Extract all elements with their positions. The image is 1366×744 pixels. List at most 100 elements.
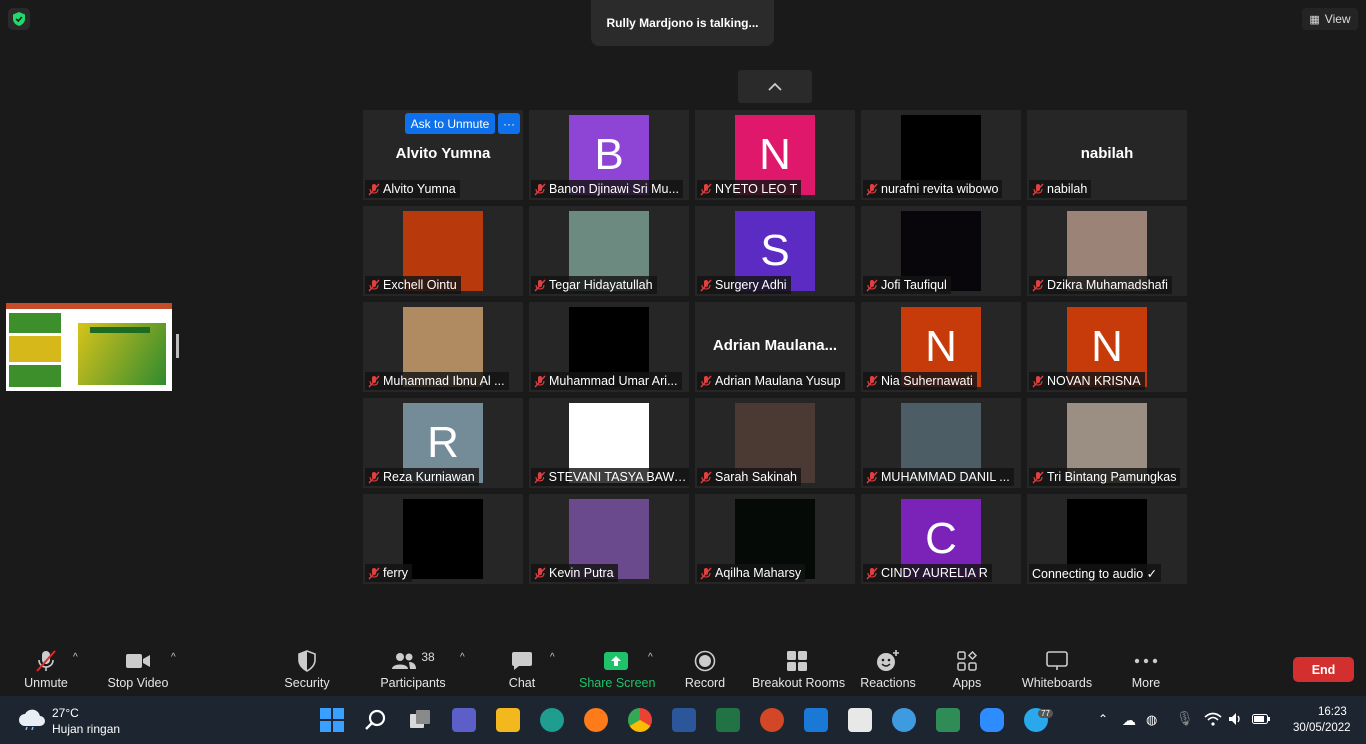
participant-name: Alvito Yumna	[383, 182, 456, 196]
grid-icon: ▦	[1309, 13, 1320, 26]
edge-browser-icon[interactable]	[540, 708, 564, 732]
panel-resize-handle[interactable]	[176, 334, 179, 358]
microphone-tray-icon[interactable]: 🎙	[1176, 710, 1194, 727]
muted-microphone-icon	[866, 471, 878, 483]
participant-tile[interactable]: N NYETO LEO T	[695, 110, 855, 200]
excel-icon[interactable]	[716, 708, 740, 732]
participant-tile[interactable]: Jofi Taufiqul	[861, 206, 1021, 296]
clock-date[interactable]: 30/05/2022	[1293, 722, 1351, 734]
participant-tile[interactable]: Muhammad Ibnu Al ...	[363, 302, 523, 392]
participant-tile[interactable]: Exchell Ointu	[363, 206, 523, 296]
participant-name: Nia Suhernawati	[881, 374, 973, 388]
audio-options-chevron-icon[interactable]: ^	[73, 652, 78, 663]
zoom-app-icon[interactable]	[980, 708, 1004, 732]
participant-tile[interactable]: Adrian Maulana... Adrian Maulana Yusup	[695, 302, 855, 392]
participant-tile[interactable]: C CINDY AURELIA R	[861, 494, 1021, 584]
share-screen-button[interactable]: Share Screen	[579, 648, 655, 690]
participant-tile[interactable]: N NOVAN KRISNA	[1027, 302, 1187, 392]
tray-overflow-chevron-icon[interactable]: ⌃	[1098, 712, 1108, 726]
chrome-icon[interactable]	[628, 708, 652, 732]
stop-video-button[interactable]: Stop Video	[104, 648, 172, 690]
participant-tile[interactable]: nurafni revita wibowo	[861, 110, 1021, 200]
participant-tile[interactable]: Sarah Sakinah	[695, 398, 855, 488]
participant-tile[interactable]: nabilah nabilah	[1027, 110, 1187, 200]
participants-button[interactable]: 38 Participants	[378, 648, 448, 690]
apps-button[interactable]: Apps	[947, 648, 987, 690]
security-shield-icon[interactable]	[8, 8, 30, 30]
whiteboards-label: Whiteboards	[1021, 676, 1093, 690]
participant-tile[interactable]: Kevin Putra	[529, 494, 689, 584]
weather-description[interactable]: Hujan ringan	[52, 722, 120, 736]
record-button[interactable]: Record	[683, 648, 727, 690]
participant-name-label: CINDY AURELIA R	[863, 564, 992, 582]
participant-tile[interactable]: R Reza Kurniawan	[363, 398, 523, 488]
participant-name-label: Muhammad Ibnu Al ...	[365, 372, 509, 390]
teams-chat-icon[interactable]	[452, 708, 476, 732]
record-icon	[694, 650, 716, 672]
video-options-chevron-icon[interactable]: ^	[171, 652, 176, 663]
participant-tile[interactable]: Dzikra Muhamadshafi	[1027, 206, 1187, 296]
participant-tile[interactable]: STEVANI TASYA BAWA...	[529, 398, 689, 488]
participant-name: NYETO LEO T	[715, 182, 798, 196]
word-icon[interactable]	[672, 708, 696, 732]
grid-squares-icon	[787, 651, 807, 671]
participant-name: NOVAN KRISNA	[1047, 374, 1141, 388]
powerpoint-icon[interactable]	[760, 708, 784, 732]
task-view-icon[interactable]	[408, 708, 432, 732]
clock-time[interactable]: 16:23	[1318, 706, 1347, 718]
whiteboards-button[interactable]: Whiteboards	[1020, 648, 1094, 690]
presentation-app-icon[interactable]	[936, 708, 960, 732]
security-button[interactable]: Security	[280, 648, 334, 690]
end-meeting-button[interactable]: End	[1293, 657, 1354, 682]
participant-tile[interactable]: Connecting to audio ✓	[1027, 494, 1187, 584]
participant-name: Muhammad Umar Ari...	[549, 374, 678, 388]
onedrive-cloud-icon[interactable]: ☁	[1122, 712, 1136, 729]
weather-cloud-icon[interactable]	[18, 708, 46, 730]
speaker-volume-icon[interactable]	[1228, 712, 1244, 726]
microphone-muted-icon	[36, 650, 56, 672]
file-explorer-icon[interactable]	[496, 708, 520, 732]
battery-icon[interactable]	[1252, 714, 1270, 724]
participant-tile[interactable]: MUHAMMAD DANIL ...	[861, 398, 1021, 488]
windows-start-icon[interactable]	[320, 708, 344, 732]
breakout-rooms-button[interactable]: Breakout Rooms	[752, 648, 845, 690]
participant-tile[interactable]: N Nia Suhernawati	[861, 302, 1021, 392]
tile-more-options-button[interactable]: ···	[498, 113, 520, 134]
participant-tile[interactable]: Tri Bintang Pamungkas	[1027, 398, 1187, 488]
reactions-button[interactable]: Reactions	[860, 648, 916, 690]
snipping-tool-icon[interactable]	[848, 708, 872, 732]
muted-microphone-icon	[368, 279, 380, 291]
participant-name: Connecting to audio ✓	[1032, 566, 1158, 581]
chat-options-chevron-icon[interactable]: ^	[550, 652, 555, 663]
participant-tile[interactable]: S Surgery Adhi	[695, 206, 855, 296]
ask-to-unmute-button[interactable]: Ask to Unmute	[405, 113, 495, 134]
chat-button[interactable]: Chat	[504, 648, 540, 690]
participant-name: Adrian Maulana Yusup	[715, 374, 841, 388]
mail-icon[interactable]	[804, 708, 828, 732]
participant-tile[interactable]: Aqilha Maharsy	[695, 494, 855, 584]
wifi-icon[interactable]	[1204, 712, 1222, 726]
avatar-initial: C	[925, 514, 957, 563]
share-options-chevron-icon[interactable]: ^	[648, 652, 653, 663]
more-button[interactable]: More	[1126, 648, 1166, 690]
network-status-icon[interactable]: ◍	[1146, 712, 1157, 728]
avatar-initial: R	[427, 418, 459, 467]
muted-microphone-icon	[866, 183, 878, 195]
collapse-button[interactable]	[738, 70, 812, 103]
view-button[interactable]: ▦ View	[1302, 8, 1358, 30]
weather-temperature[interactable]: 27°C	[52, 706, 79, 720]
participant-tile[interactable]: Tegar Hidayatullah	[529, 206, 689, 296]
participant-tile[interactable]: ferry	[363, 494, 523, 584]
shared-screen-thumbnail[interactable]	[6, 303, 172, 391]
firefox-icon[interactable]	[584, 708, 608, 732]
participants-options-chevron-icon[interactable]: ^	[460, 652, 465, 663]
muted-microphone-icon	[368, 567, 380, 579]
participant-tile[interactable]: Muhammad Umar Ari...	[529, 302, 689, 392]
search-icon[interactable]	[364, 708, 388, 732]
maps-app-icon[interactable]	[892, 708, 916, 732]
participant-tile[interactable]: B Banon Djinawi Sri Mu...	[529, 110, 689, 200]
avatar-initial: N	[1091, 322, 1123, 371]
unmute-button[interactable]: Unmute	[18, 648, 74, 690]
participant-name-label: Kevin Putra	[531, 564, 618, 582]
more-label: More	[1131, 676, 1161, 690]
